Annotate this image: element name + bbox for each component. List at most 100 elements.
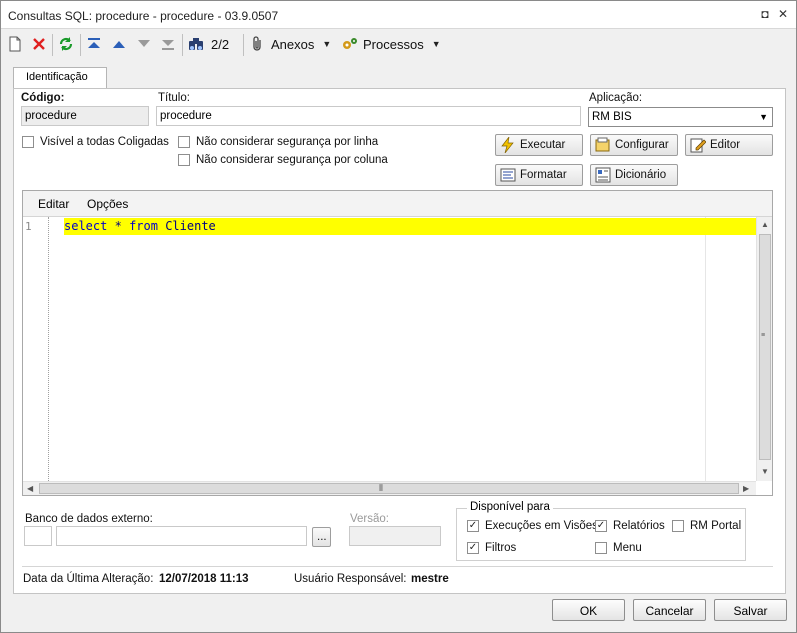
- keyword-from: from: [129, 219, 158, 233]
- editor-button[interactable]: Editor: [685, 134, 773, 156]
- chevron-down-icon: ▼: [431, 39, 441, 49]
- vertical-scroll-thumb[interactable]: [759, 234, 771, 460]
- horizontal-scrollbar[interactable]: ◀ ⦀ ▶: [23, 481, 756, 495]
- grip-icon: ⦀: [379, 483, 383, 493]
- tab-identificacao[interactable]: Identificação: [13, 67, 107, 89]
- next-record-icon[interactable]: [138, 34, 150, 54]
- version-label: Versão:: [350, 513, 389, 525]
- processes-menu[interactable]: Processos ▼: [341, 34, 441, 54]
- first-record-icon[interactable]: [87, 34, 101, 54]
- responsible-label: Usuário Responsável:: [294, 573, 407, 585]
- dictionary-button[interactable]: Dicionário: [590, 164, 678, 186]
- checkbox-box: [178, 136, 190, 148]
- dictionary-label: Dicionário: [615, 169, 667, 181]
- checkmark-icon: ✓: [467, 542, 479, 554]
- table-name: Cliente: [165, 219, 216, 233]
- format-icon: [500, 167, 516, 183]
- toolbar: 2/2 Anexos ▼ Processos ▼: [1, 30, 796, 58]
- refresh-icon[interactable]: [58, 34, 74, 54]
- window: Consultas SQL: procedure - procedure - 0…: [0, 0, 797, 633]
- external-db-name-field[interactable]: [56, 526, 307, 546]
- title-label: Título:: [158, 92, 190, 104]
- available-views-label: Execuções em Visões: [485, 520, 598, 532]
- scroll-up-icon[interactable]: ▲: [761, 220, 769, 229]
- menu-edit[interactable]: Editar: [38, 197, 69, 211]
- title-bar: Consultas SQL: procedure - procedure - 0…: [1, 1, 796, 29]
- version-field: [349, 526, 441, 546]
- application-select[interactable]: RM BIS ▼: [588, 107, 773, 127]
- format-label: Formatar: [520, 169, 567, 181]
- ignore-col-security-label: Não considerar segurança por coluna: [196, 154, 388, 166]
- external-db-code-field[interactable]: [24, 526, 52, 546]
- checkbox-box: [178, 154, 190, 166]
- paperclip-icon: [253, 36, 261, 51]
- available-reports-label: Relatórios: [613, 520, 665, 532]
- available-portal-label: RM Portal: [690, 520, 742, 532]
- visible-all-checkbox[interactable]: Visível a todas Coligadas: [22, 136, 169, 148]
- application-value: RM BIS: [592, 111, 632, 123]
- configure-label: Configurar: [615, 139, 669, 151]
- line-number: 1: [25, 220, 32, 233]
- processes-label: Processos: [363, 36, 424, 52]
- code-text[interactable]: select * from Cliente: [64, 219, 216, 233]
- title-field[interactable]: procedure: [156, 106, 581, 126]
- checkmark-icon: ✓: [467, 520, 479, 532]
- code-label: Código:: [21, 92, 65, 104]
- visible-all-label: Visível a todas Coligadas: [40, 136, 169, 148]
- restore-button[interactable]: ◘: [758, 7, 772, 21]
- save-button[interactable]: Salvar: [714, 599, 787, 621]
- responsible-value: mestre: [411, 573, 449, 585]
- star-token: *: [114, 219, 122, 233]
- horizontal-scroll-thumb[interactable]: [39, 483, 739, 494]
- lightning-icon: [500, 137, 516, 153]
- checkmark-icon: ✓: [595, 520, 607, 532]
- checkbox-box: [672, 520, 684, 532]
- ignore-row-security-label: Não considerar segurança por linha: [196, 136, 379, 148]
- available-filters-checkbox[interactable]: ✓ Filtros: [467, 542, 516, 554]
- grip-icon: ≡: [761, 332, 766, 339]
- ignore-col-security-checkbox[interactable]: Não considerar segurança por coluna: [178, 154, 388, 166]
- scroll-left-icon[interactable]: ◀: [27, 484, 33, 493]
- available-views-checkbox[interactable]: ✓ Execuções em Visões: [467, 520, 598, 532]
- cancel-button[interactable]: Cancelar: [633, 599, 706, 621]
- attachments-menu[interactable]: Anexos ▼: [251, 34, 331, 54]
- previous-record-icon[interactable]: [113, 34, 125, 54]
- checkbox-box: [595, 542, 607, 554]
- binoculars-icon: [189, 38, 203, 50]
- processes-icon: [343, 38, 357, 49]
- close-button[interactable]: ✕: [776, 7, 790, 21]
- external-db-label: Banco de dados externo:: [25, 513, 153, 525]
- last-change-value: 12/07/2018 11:13: [159, 573, 249, 585]
- sql-editor[interactable]: Editar Opções 1 select * from Cliente ▲ …: [22, 190, 773, 496]
- attachments-label: Anexos: [271, 36, 315, 52]
- new-document-icon[interactable]: [8, 34, 22, 54]
- application-label: Aplicação:: [589, 92, 643, 104]
- ok-button[interactable]: OK: [552, 599, 625, 621]
- chevron-down-icon: ▼: [322, 39, 332, 49]
- last-record-icon[interactable]: [161, 34, 175, 54]
- vertical-scrollbar[interactable]: ▲ ≡ ▼: [756, 217, 772, 481]
- edit-icon: [690, 137, 706, 153]
- scroll-down-icon[interactable]: ▼: [761, 467, 769, 476]
- checkbox-box: [22, 136, 34, 148]
- available-portal-checkbox[interactable]: RM Portal: [672, 520, 741, 532]
- editor-menu-bar: Editar Opções: [23, 191, 772, 217]
- execute-label: Executar: [520, 139, 566, 151]
- delete-icon[interactable]: [32, 34, 46, 54]
- available-menu-checkbox[interactable]: Menu: [595, 542, 642, 554]
- editor-label: Editor: [710, 139, 741, 151]
- scroll-right-icon[interactable]: ▶: [743, 484, 749, 493]
- record-position: 2/2: [211, 36, 230, 52]
- browse-db-button[interactable]: ...: [312, 527, 331, 547]
- search-record-button[interactable]: 2/2: [188, 34, 229, 54]
- format-button[interactable]: Formatar: [495, 164, 583, 186]
- keyword-select: select: [64, 219, 108, 233]
- configure-button[interactable]: Configurar: [590, 134, 678, 156]
- execute-button[interactable]: Executar: [495, 134, 583, 156]
- menu-options[interactable]: Opções: [87, 197, 128, 211]
- available-reports-checkbox[interactable]: ✓ Relatórios: [595, 520, 665, 532]
- dictionary-icon: [595, 167, 611, 183]
- ignore-row-security-checkbox[interactable]: Não considerar segurança por linha: [178, 136, 378, 148]
- code-field[interactable]: procedure: [21, 106, 149, 126]
- window-title: Consultas SQL: procedure - procedure - 0…: [8, 9, 279, 23]
